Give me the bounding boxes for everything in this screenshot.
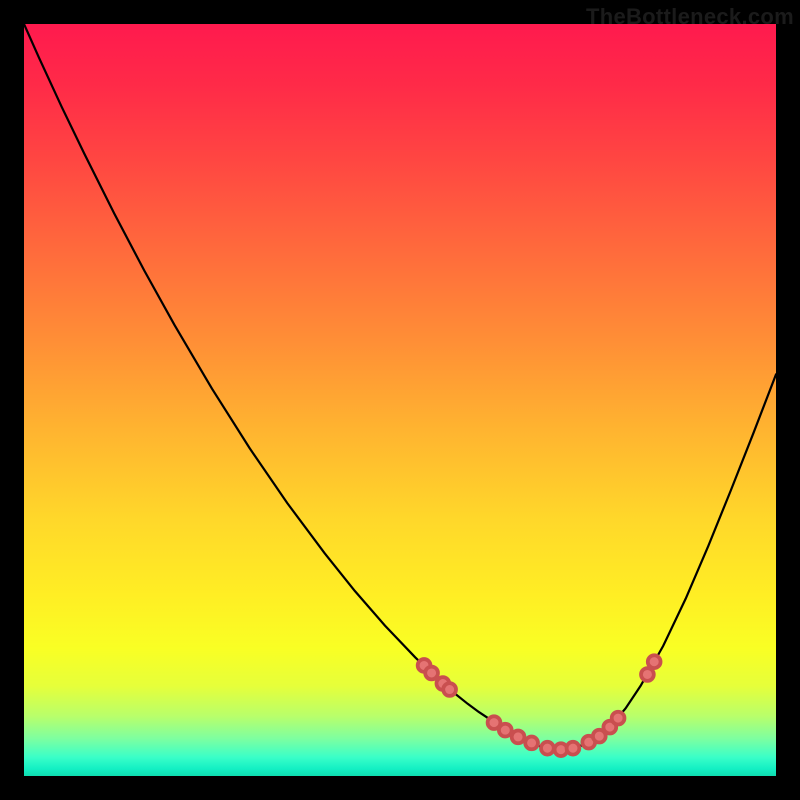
data-point bbox=[425, 667, 438, 680]
data-point bbox=[641, 668, 654, 681]
data-point bbox=[612, 712, 625, 725]
data-point bbox=[648, 655, 661, 668]
data-point bbox=[499, 724, 512, 737]
data-points-group bbox=[418, 655, 661, 756]
data-point bbox=[443, 683, 456, 696]
data-point bbox=[512, 731, 525, 744]
bottleneck-curve bbox=[24, 24, 776, 750]
data-point bbox=[541, 742, 554, 755]
plot-area bbox=[24, 24, 776, 776]
data-point bbox=[567, 742, 580, 755]
curve-svg bbox=[24, 24, 776, 776]
watermark-text: TheBottleneck.com bbox=[586, 4, 794, 30]
data-point bbox=[525, 737, 538, 750]
